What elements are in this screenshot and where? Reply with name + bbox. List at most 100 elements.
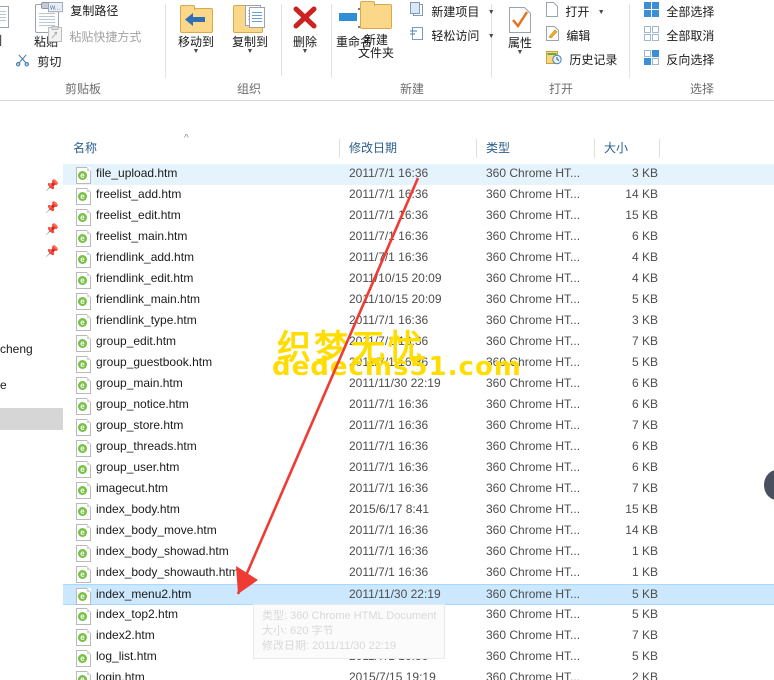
organize-group-label: 组织	[236, 82, 261, 96]
table-row[interactable]: e freelist_add.htm 2011/7/1 16:36 360 Chrom…	[63, 185, 774, 206]
column-header-name[interactable]: 名称	[63, 134, 339, 163]
file-size: 7 KB	[631, 418, 658, 432]
file-list-view[interactable]: 名称 修改日期 类型 大小 ^ e file_upload.htm 2011/7/1…	[63, 134, 774, 680]
table-row[interactable]: e freelist_edit.htm 2011/7/1 16:36 360 Chro…	[63, 206, 774, 227]
file-size: 14 KB	[625, 187, 658, 201]
browser-glyph: e	[78, 171, 87, 180]
html-file-icon: e	[76, 545, 91, 562]
invert-selection-button[interactable]: 反向选择	[644, 50, 714, 69]
table-row[interactable]: e file_upload.htm 2011/7/1 16:36 360 Chrome…	[63, 164, 774, 185]
edit-button[interactable]: 编辑	[546, 26, 590, 45]
file-name: login.htm	[96, 670, 145, 680]
new-folder-button[interactable]: 新建 文件夹	[346, 1, 406, 60]
paste-shortcut-button[interactable]: 粘贴快捷方式	[48, 26, 141, 45]
nav-item-cheng[interactable]: cheng	[0, 342, 33, 356]
table-row[interactable]: e imagecut.htm 2011/7/1 16:36 360 Chrome HT…	[63, 479, 774, 500]
copy-path-button[interactable]: W... 复制路径	[48, 2, 118, 21]
file-size: 3 KB	[631, 313, 658, 327]
file-size: 5 KB	[631, 607, 658, 621]
chevron-down-icon[interactable]: ▼	[224, 48, 276, 55]
file-name: index_body_showad.htm	[96, 544, 229, 558]
file-size: 4 KB	[631, 271, 658, 285]
properties-button[interactable]: 属性 ▼	[498, 6, 542, 56]
pin-icon[interactable]: 📌	[45, 245, 59, 258]
html-file-icon: e	[76, 188, 91, 205]
table-row[interactable]: e group_edit.htm 2011/7/1 16:36 360 Chrome …	[63, 332, 774, 353]
file-size: 1 KB	[631, 565, 658, 579]
table-row[interactable]: e group_store.htm 2011/7/1 16:36 360 Chrome…	[63, 416, 774, 437]
browser-glyph: e	[78, 192, 87, 201]
file-name: index_body_move.htm	[96, 523, 217, 537]
browser-glyph: e	[78, 612, 87, 621]
copy-to-button[interactable]: 复制到 ▼	[224, 4, 276, 55]
chevron-down-icon[interactable]: ▼	[283, 48, 327, 55]
history-button[interactable]: 历史记录	[546, 50, 617, 69]
table-row[interactable]: e index_menu2.htm 2011/11/30 22:19 360 Chro…	[63, 584, 774, 605]
file-date: 2011/7/1 16:36	[349, 460, 429, 474]
file-name: log_list.htm	[96, 649, 157, 663]
table-row[interactable]: e index_body_showauth.htm 2011/7/1 16:36 36…	[63, 563, 774, 584]
chevron-down-icon[interactable]: ▼	[170, 48, 222, 55]
column-header-size[interactable]: 大小	[594, 134, 659, 163]
table-row[interactable]: e friendlink_add.htm 2011/7/1 16:36 360 Chr…	[63, 248, 774, 269]
html-file-icon: e	[76, 209, 91, 226]
table-row[interactable]: e index_body_move.htm 2011/7/1 16:36 360 Ch…	[63, 521, 774, 542]
table-row[interactable]: e freelist_main.htm 2011/7/1 16:36 360 Chro…	[63, 227, 774, 248]
table-row[interactable]: e group_main.htm 2011/11/30 22:19 360 Chrom…	[63, 374, 774, 395]
browser-glyph: e	[78, 255, 87, 264]
navigation-pane: 📌 📌 📌 📌 cheng e	[0, 134, 64, 680]
table-row[interactable]: e index_body.htm 2015/6/17 8:41 360 Chrome …	[63, 500, 774, 521]
file-size: 4 KB	[631, 250, 658, 264]
open-button[interactable]: 打开 ▼	[546, 2, 605, 21]
file-date: 2011/7/1 16:36	[349, 544, 429, 558]
file-date: 2011/7/1 16:36	[349, 397, 429, 411]
copy-path-icon: W...	[48, 2, 63, 21]
column-divider[interactable]	[659, 139, 660, 158]
file-size: 6 KB	[631, 376, 658, 390]
nav-item-e[interactable]: e	[0, 378, 7, 392]
browser-glyph: e	[78, 423, 87, 432]
table-row[interactable]: e login.htm 2015/7/15 19:19 360 Chrome HT..…	[63, 668, 774, 680]
browser-glyph: e	[78, 592, 87, 601]
file-name: file_upload.htm	[96, 166, 178, 180]
file-date: 2011/7/1 16:36	[349, 523, 429, 537]
table-row[interactable]: e group_user.htm 2011/7/1 16:36 360 Chrome …	[63, 458, 774, 479]
table-row[interactable]: e group_guestbook.htm 2011/7/1 16:36 360 Ch…	[63, 353, 774, 374]
easy-access-button[interactable]: 轻松访问 ▼	[410, 26, 495, 45]
column-header-type[interactable]: 类型	[476, 134, 594, 163]
copy-icon[interactable]	[0, 6, 9, 28]
select-none-button[interactable]: 全部取消	[644, 26, 714, 45]
easy-access-label: 轻松访问	[431, 29, 480, 43]
red-x-icon	[290, 4, 320, 32]
table-row[interactable]: e group_threads.htm 2011/7/1 16:36 360 Chro…	[63, 437, 774, 458]
html-file-icon: e	[76, 272, 91, 289]
open-group-label: 打开	[548, 82, 573, 96]
tooltip-date: 修改日期: 2011/11/30 22:19	[262, 640, 397, 652]
file-name: friendlink_type.htm	[96, 313, 197, 327]
chevron-down-icon[interactable]: ▼	[598, 3, 605, 22]
invert-selection-label: 反向选择	[666, 53, 715, 67]
table-row[interactable]: e group_notice.htm 2011/7/1 16:36 360 Chrom…	[63, 395, 774, 416]
select-all-button[interactable]: 全部选择	[644, 2, 714, 21]
delete-button[interactable]: 删除 ▼	[283, 4, 327, 55]
cut-button[interactable]: 剪切	[15, 52, 61, 71]
column-header-date[interactable]: 修改日期	[339, 134, 476, 163]
table-row[interactable]: e friendlink_type.htm 2011/7/1 16:36 360 Ch…	[63, 311, 774, 332]
nav-item-selected[interactable]	[0, 408, 63, 430]
file-name: freelist_edit.htm	[96, 208, 181, 222]
file-name: freelist_add.htm	[96, 187, 182, 201]
table-row[interactable]: e friendlink_edit.htm 2011/10/15 20:09 360 …	[63, 269, 774, 290]
file-size: 5 KB	[631, 587, 658, 601]
chevron-down-icon[interactable]: ▼	[498, 49, 542, 56]
browser-glyph: e	[78, 381, 87, 390]
pin-icon[interactable]: 📌	[45, 179, 59, 192]
pin-icon[interactable]: 📌	[45, 223, 59, 236]
new-item-button[interactable]: 新建项目 ▼	[410, 2, 495, 21]
table-row[interactable]: e index_body_showad.htm 2011/7/1 16:36 360 …	[63, 542, 774, 563]
pin-icon[interactable]: 📌	[45, 201, 59, 214]
file-date: 2015/6/17 8:41	[349, 502, 430, 516]
move-to-button[interactable]: 移动到 ▼	[170, 4, 222, 55]
html-file-icon: e	[76, 356, 91, 373]
table-row[interactable]: e friendlink_main.htm 2011/10/15 20:09 360 …	[63, 290, 774, 311]
paste-shortcut-icon	[48, 26, 62, 48]
